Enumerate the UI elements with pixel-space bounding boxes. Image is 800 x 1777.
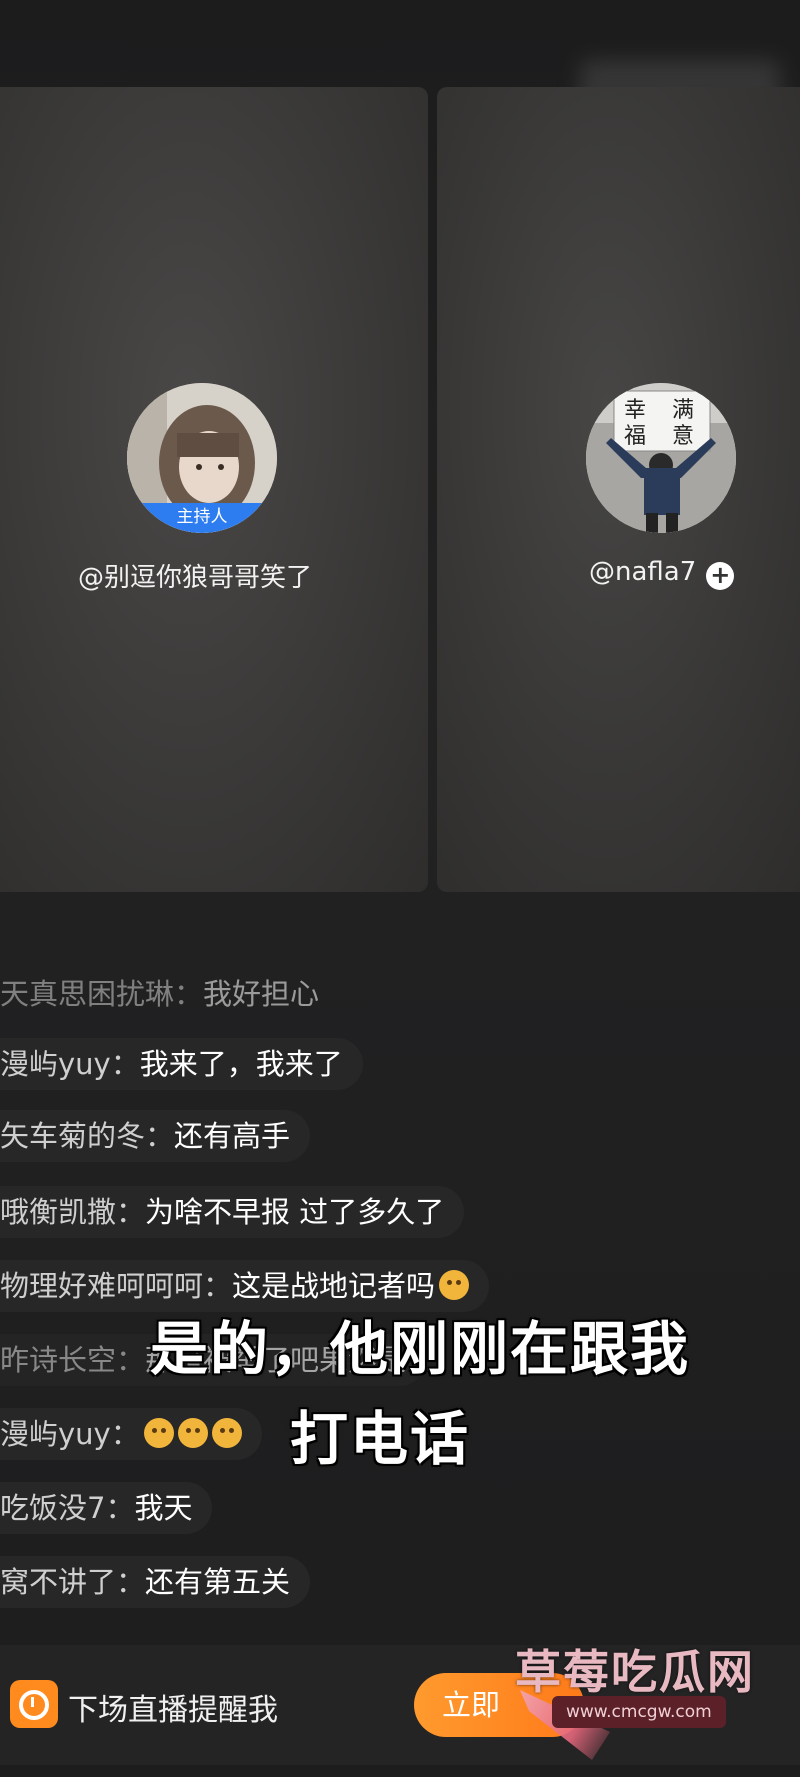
watermark-title: 草莓吃瓜网 bbox=[515, 1645, 755, 1699]
live-room: 主持人 @别逗你狼哥哥笑了 幸 满 福 意 @nafla7 + 天真思困扰琳：我… bbox=[0, 0, 800, 1777]
chat-text: 我好担心 bbox=[203, 977, 320, 1011]
chat-text: 还有第五关 bbox=[145, 1565, 291, 1599]
plus-circle-icon[interactable]: + bbox=[706, 562, 735, 590]
timer-icon bbox=[10, 1680, 58, 1728]
svg-text:意: 意 bbox=[672, 424, 694, 449]
chat-message: 漫屿yuy：我来了，我来了 bbox=[0, 1038, 363, 1090]
svg-text:福: 福 bbox=[624, 424, 646, 449]
chat-user[interactable]: 吃饭没7： bbox=[0, 1491, 134, 1525]
chat-text: 还有高手 bbox=[174, 1119, 291, 1153]
host-avatar[interactable]: 主持人 bbox=[127, 383, 277, 533]
chat-message: 矢车菊的冬：还有高手 bbox=[0, 1110, 311, 1162]
host-badge: 主持人 bbox=[127, 503, 277, 533]
chat-user[interactable]: 窝不讲了： bbox=[0, 1565, 145, 1599]
svg-text:满: 满 bbox=[672, 398, 694, 423]
guest-name-text: @nafla7 bbox=[589, 557, 697, 587]
guest-panel-host[interactable]: 主持人 @别逗你狼哥哥笑了 bbox=[0, 87, 428, 892]
doge-emoji-icon bbox=[439, 1270, 470, 1300]
reminder-label: 下场直播提醒我 bbox=[68, 1693, 278, 1728]
guest-avatar-image: 幸 满 福 意 bbox=[586, 383, 736, 533]
svg-text:幸: 幸 bbox=[624, 398, 646, 423]
watermark-url: www.cmcgw.com bbox=[552, 1696, 726, 1728]
chat-message: 吃饭没7：我天 bbox=[0, 1482, 213, 1534]
chat-text: 我来了，我来了 bbox=[139, 1047, 343, 1081]
chat-text: 我天 bbox=[134, 1491, 193, 1525]
chat-message: 哦衡凯撒：为啥不早报 过了多久了 bbox=[0, 1186, 465, 1238]
chat-message: 窝不讲了：还有第五关 bbox=[0, 1556, 311, 1608]
chat-text: 为啥不早报 过了多久了 bbox=[145, 1195, 445, 1229]
guest-avatar[interactable]: 幸 满 福 意 bbox=[586, 383, 736, 533]
chat-user[interactable]: 矢车菊的冬： bbox=[0, 1119, 174, 1153]
chat-user[interactable]: 物理好难呵呵呵： bbox=[0, 1269, 232, 1303]
chat-user[interactable]: 哦衡凯撒： bbox=[0, 1195, 145, 1229]
chat-user[interactable]: 漫屿yuy： bbox=[0, 1047, 140, 1081]
subtitle-line-2: 打电话 bbox=[289, 1405, 470, 1473]
chat-message: 天真思困扰琳：我好担心 bbox=[0, 968, 339, 1020]
guest-panel-guest[interactable]: 幸 满 福 意 @nafla7 + bbox=[437, 87, 800, 892]
host-name: @别逗你狼哥哥笑了 bbox=[78, 563, 313, 593]
chat-user[interactable]: 天真思困扰琳： bbox=[0, 977, 203, 1011]
chat-text: 这是战地记者吗 bbox=[232, 1269, 436, 1303]
guest-name: @nafla7 + bbox=[589, 557, 735, 590]
subtitle-line-1: 是的，他刚刚在跟我 bbox=[149, 1315, 690, 1383]
